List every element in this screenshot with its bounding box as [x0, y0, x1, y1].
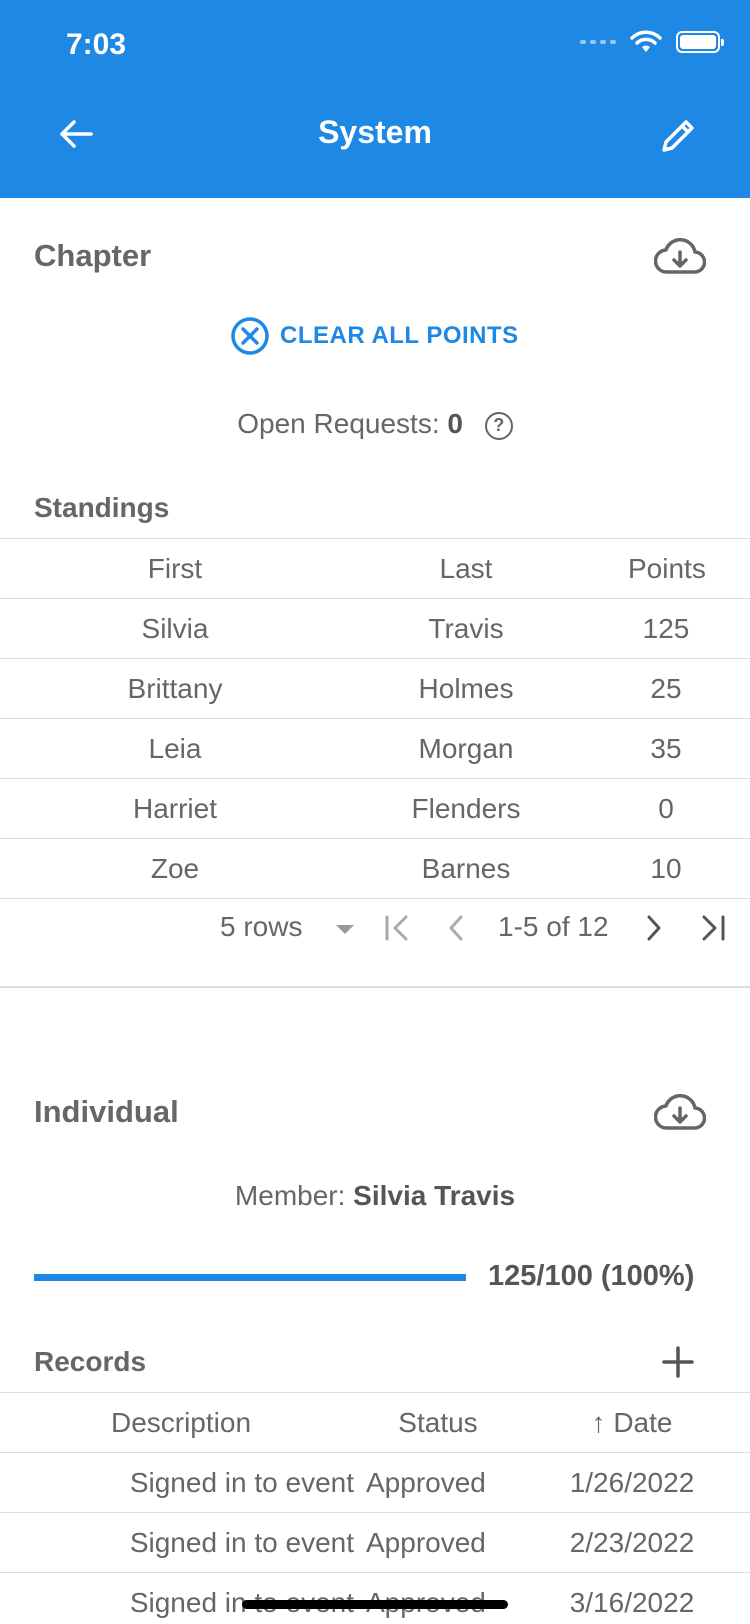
signal-icon [580, 40, 616, 44]
chevron-down-icon[interactable] [336, 925, 354, 934]
cell-last: Barnes [350, 838, 582, 899]
cell-date: 3/16/2022 [514, 1572, 750, 1624]
column-header-date-label: Date [613, 1406, 673, 1438]
records-table: Description Status ↑ Date Signed in to e… [0, 1392, 750, 1624]
table-row[interactable]: Signed in to event Approved 1/26/2022 [0, 1452, 750, 1513]
column-header-points[interactable]: Points [582, 538, 750, 599]
first-page-icon[interactable] [384, 913, 410, 943]
standings-table: First Last Points Silvia Travis 125 Brit… [0, 538, 750, 899]
progress-fill [34, 1274, 466, 1281]
cell-first: Brittany [0, 658, 350, 719]
cell-description: Signed in to event [0, 1452, 362, 1513]
cell-last: Travis [350, 598, 582, 659]
cell-last: Morgan [350, 718, 582, 779]
member-name: Silvia Travis [353, 1180, 516, 1211]
help-icon[interactable]: ? [484, 411, 513, 440]
last-page-icon[interactable] [700, 913, 726, 943]
table-row[interactable]: Signed in to event Approved 2/23/2022 [0, 1512, 750, 1573]
cell-first: Silvia [0, 598, 350, 659]
cell-description: Signed in to event [0, 1572, 362, 1624]
column-header-status[interactable]: Status [362, 1392, 514, 1453]
cell-status: Approved [362, 1512, 514, 1573]
home-indicator[interactable] [242, 1600, 508, 1609]
table-row[interactable]: Leia Morgan 35 [0, 718, 750, 779]
pencil-icon [662, 120, 694, 152]
cell-first: Leia [0, 718, 350, 779]
table-header-row: Description Status ↑ Date [0, 1392, 750, 1453]
previous-page-icon[interactable] [446, 913, 466, 943]
open-requests: Open Requests: 0 ? [0, 408, 750, 440]
cell-last: Holmes [350, 658, 582, 719]
column-header-description[interactable]: Description [0, 1392, 362, 1453]
cell-date: 1/26/2022 [514, 1452, 750, 1513]
chapter-title: Chapter [34, 238, 152, 273]
points-progress-bar [34, 1274, 466, 1281]
table-row[interactable]: Zoe Barnes 10 [0, 838, 750, 899]
page-range: 1-5 of 12 [498, 911, 609, 942]
member-label: Member: [234, 1180, 346, 1211]
add-record-button[interactable] [662, 1346, 694, 1378]
individual-title: Individual [34, 1094, 179, 1129]
rows-per-page-select[interactable]: 5 rows [220, 911, 302, 943]
cell-last: Flenders [350, 778, 582, 839]
status-icons [580, 30, 724, 54]
cell-points: 125 [582, 598, 750, 659]
cell-points: 25 [582, 658, 750, 719]
table-header-row: First Last Points [0, 538, 750, 599]
cell-status: Approved [362, 1572, 514, 1624]
cell-points: 10 [582, 838, 750, 899]
column-header-last[interactable]: Last [350, 538, 582, 599]
page-title: System [318, 114, 432, 150]
column-header-date[interactable]: ↑ Date [514, 1392, 750, 1453]
cell-description: Signed in to event [0, 1512, 362, 1573]
table-pagination: 5 rows 1-5 of 12 [0, 898, 750, 958]
cell-points: 35 [582, 718, 750, 779]
table-row[interactable]: Signed in to event Approved 3/16/2022 [0, 1572, 750, 1624]
edit-button[interactable] [656, 114, 700, 158]
clear-all-points-label: CLEAR ALL POINTS [280, 322, 519, 349]
sort-ascending-icon: ↑ [591, 1406, 606, 1438]
open-requests-label: Open Requests: [237, 408, 440, 439]
wifi-icon [630, 30, 662, 52]
open-requests-count: 0 [447, 408, 463, 439]
cell-first: Zoe [0, 838, 350, 899]
cell-date: 2/23/2022 [514, 1512, 750, 1573]
cell-status: Approved [362, 1452, 514, 1513]
clear-all-points-button[interactable]: CLEAR ALL POINTS [230, 316, 519, 356]
progress-label: 125/100 (100%) [488, 1260, 695, 1292]
battery-icon [676, 31, 724, 53]
table-row[interactable]: Silvia Travis 125 [0, 598, 750, 659]
table-row[interactable]: Harriet Flenders 0 [0, 778, 750, 839]
next-page-icon[interactable] [644, 913, 664, 943]
close-circle-icon [231, 317, 269, 355]
records-label: Records [34, 1346, 147, 1377]
app-bar: 7:03 System [0, 0, 750, 198]
column-header-first[interactable]: First [0, 538, 350, 599]
standings-label: Standings [34, 492, 170, 523]
cell-first: Harriet [0, 778, 350, 839]
cloud-download-icon[interactable] [654, 1094, 706, 1134]
section-divider [0, 986, 750, 988]
cloud-download-icon[interactable] [654, 238, 706, 278]
member-line: Member: Silvia Travis [0, 1180, 750, 1212]
status-time: 7:03 [66, 28, 127, 61]
table-row[interactable]: Brittany Holmes 25 [0, 658, 750, 719]
cell-points: 0 [582, 778, 750, 839]
